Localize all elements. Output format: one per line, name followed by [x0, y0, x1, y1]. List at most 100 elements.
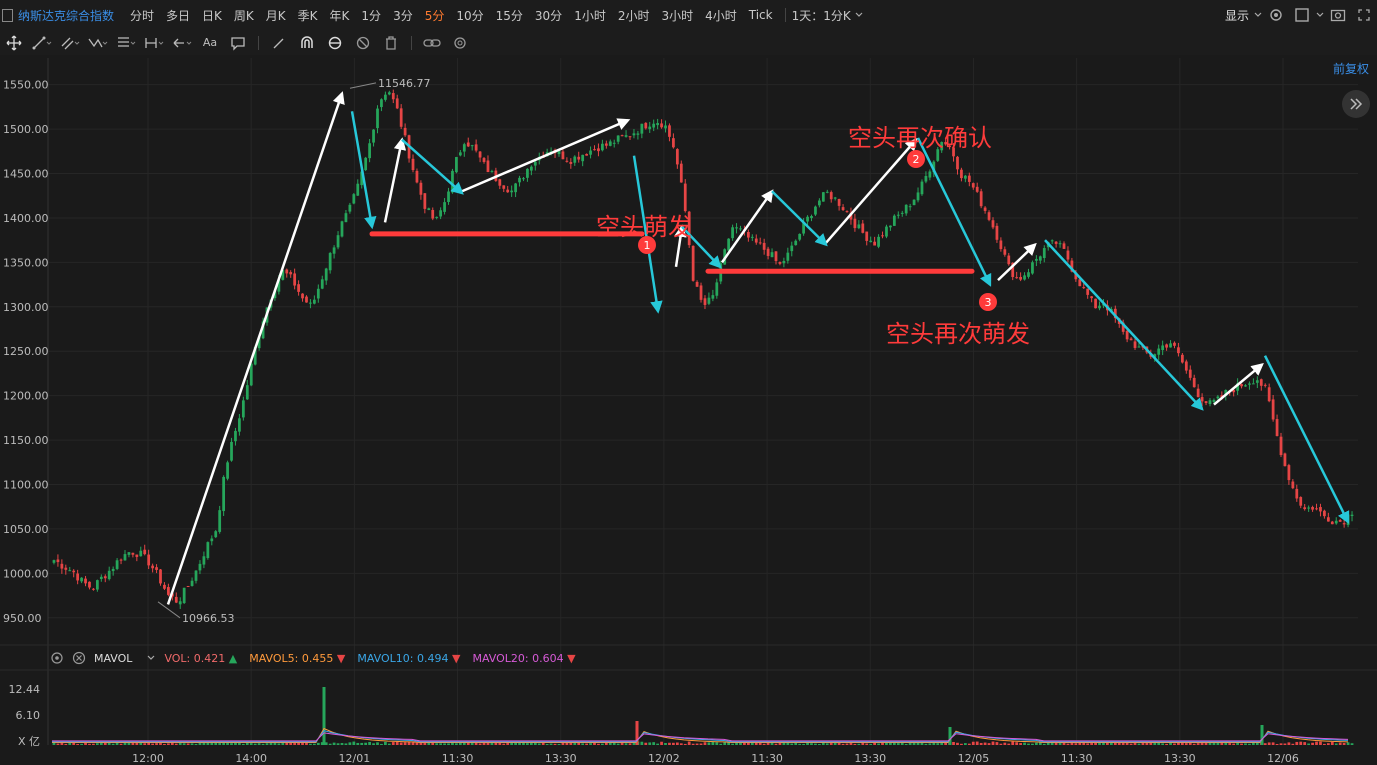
candle-body: [111, 568, 115, 572]
price-tick-label: 1300.00: [3, 301, 49, 314]
indicator-name[interactable]: MAVOL: [94, 652, 132, 665]
volume-bar: [762, 743, 766, 745]
candle-body: [127, 552, 131, 555]
volume-bar: [1315, 741, 1318, 745]
candle-body: [853, 218, 857, 229]
candle-body: [238, 418, 241, 432]
candle-body: [431, 209, 435, 219]
candle-body: [869, 240, 873, 243]
candle-body: [727, 238, 731, 251]
volume-bar: [1169, 742, 1172, 745]
candle-body: [143, 549, 147, 555]
candle-body: [451, 170, 454, 193]
chevron-down-icon[interactable]: [146, 653, 156, 663]
volume-bar: [387, 743, 391, 745]
candle-body: [376, 108, 379, 129]
volume-bar: [668, 742, 671, 745]
candle-body: [695, 281, 699, 287]
candle-body: [731, 227, 734, 239]
candle-body: [478, 151, 482, 158]
candle-body: [107, 570, 111, 580]
candle-body: [881, 235, 884, 237]
candle-body: [214, 531, 218, 538]
volume-bar: [585, 743, 588, 745]
volume-bar: [257, 743, 261, 745]
volume-bar: [802, 743, 805, 745]
mavol10-readout: MAVOL10: 0.494 ▼: [357, 651, 461, 665]
annotation-bearish-confirm: 空头再次确认: [848, 124, 992, 152]
candle-body: [656, 123, 660, 126]
candle-body: [636, 133, 640, 135]
candle-body: [644, 122, 648, 129]
candle-body: [624, 135, 628, 137]
badge-3-text: 3: [985, 296, 992, 309]
volume-bar: [865, 743, 869, 745]
candle-body: [427, 208, 431, 211]
candle-body: [423, 193, 427, 209]
volume-bar: [490, 742, 494, 745]
candle-body: [904, 204, 908, 214]
volume-bar: [439, 743, 443, 745]
candle-body: [1208, 400, 1212, 404]
volume-bar: [1330, 741, 1334, 745]
candle-body: [589, 150, 592, 155]
candle-body: [889, 225, 892, 228]
volume-bar: [652, 742, 656, 745]
candle-body: [1319, 507, 1322, 512]
candle-body: [411, 158, 415, 171]
volume-bar: [1019, 743, 1022, 745]
volume-bar: [1074, 743, 1078, 745]
candle-body: [380, 99, 383, 108]
time-tick-label: 12/01: [339, 752, 371, 765]
candle-body: [660, 123, 663, 128]
volume-bar: [896, 743, 900, 745]
volume-bar: [155, 743, 158, 745]
candle-body: [115, 560, 119, 569]
candle-body: [892, 215, 896, 226]
candle-body: [1062, 243, 1066, 249]
candle-body: [52, 560, 56, 563]
candle-body: [746, 232, 750, 238]
gear-icon[interactable]: [50, 651, 64, 665]
volume-bar: [399, 742, 403, 745]
volume-bar: [924, 743, 928, 745]
candle-body: [289, 272, 293, 275]
volume-bar: [885, 742, 888, 745]
volume-bar: [344, 743, 348, 745]
candle-body: [1338, 520, 1342, 522]
candle-body: [458, 152, 462, 156]
candle-body: [1216, 396, 1220, 399]
candle-body: [119, 559, 123, 561]
volume-bar: [1015, 742, 1019, 745]
collapse-panel-button[interactable]: [1342, 90, 1370, 118]
candle-body: [810, 216, 813, 219]
candle-body: [1031, 262, 1034, 274]
volume-bar: [1192, 743, 1196, 745]
time-tick-label: 12/05: [958, 752, 990, 765]
candle-body: [1295, 488, 1299, 499]
candle-body: [490, 171, 494, 173]
candle-body: [798, 233, 802, 240]
trend-arrow-up: [825, 137, 918, 244]
volume-bar: [932, 742, 936, 745]
volume-indicator-bar: MAVOL VOL: 0.421 ▲ MAVOL5: 0.455 ▼ MAVOL…: [0, 646, 1377, 670]
volume-bar: [186, 743, 190, 745]
close-icon[interactable]: [72, 651, 86, 665]
volume-bar: [253, 743, 257, 745]
volume-bar: [1031, 743, 1034, 745]
volume-bar: [52, 742, 56, 745]
volume-bar: [1323, 743, 1326, 745]
candle-body: [222, 476, 226, 512]
trend-arrow-up: [1213, 362, 1264, 406]
candle-body: [652, 123, 656, 128]
badge-2-text: 2: [913, 153, 920, 166]
candle-body: [245, 385, 249, 400]
trend-arrow-up: [461, 118, 631, 193]
volume-bar: [825, 743, 829, 745]
price-tick-label: 1100.00: [3, 479, 49, 492]
candle-body: [502, 185, 506, 189]
volume-bar: [790, 743, 794, 745]
volume-bar: [1350, 743, 1354, 745]
volume-bar: [88, 743, 91, 745]
candle-body: [1188, 369, 1192, 378]
